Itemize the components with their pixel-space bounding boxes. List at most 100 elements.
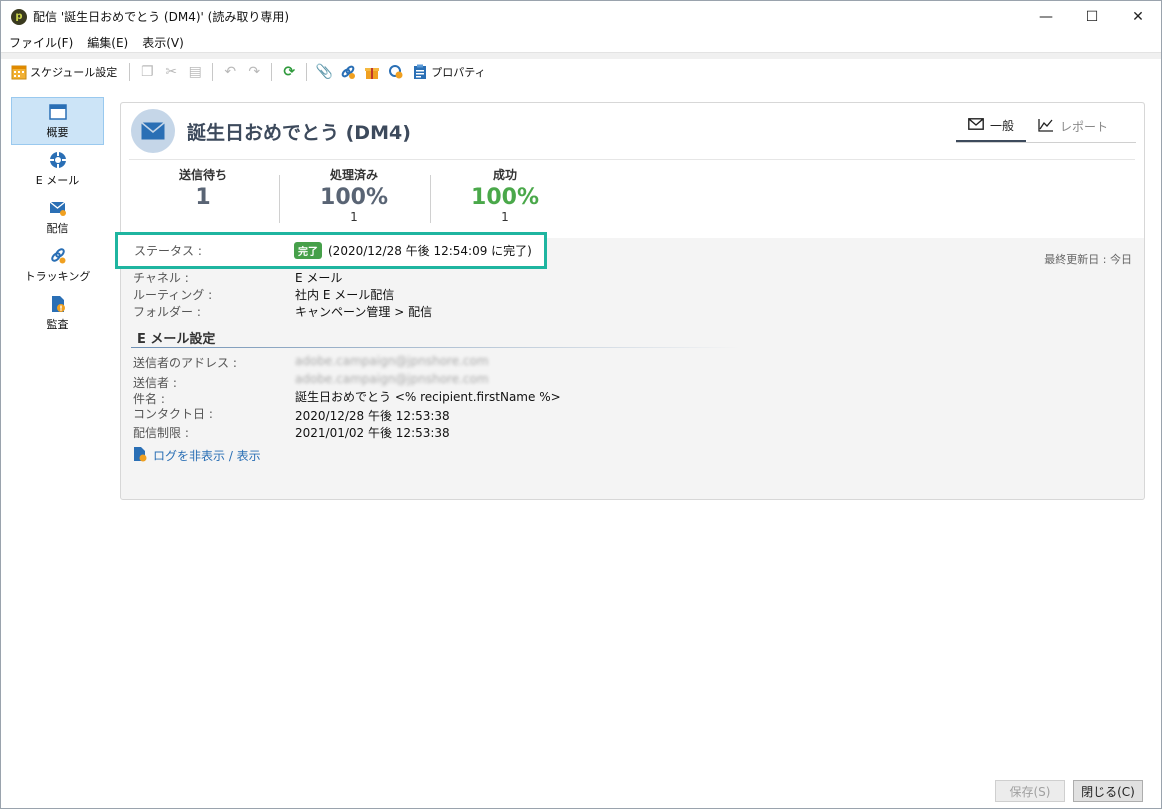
calendar-icon: [10, 63, 28, 81]
redo-button[interactable]: ↷: [242, 61, 266, 83]
panel-header: 誕生日おめでとう (DM4) 一般 レポート 送信待ち 1 処理済み 100% …: [121, 103, 1144, 238]
toolbar: スケジュール設定 ❐ ✂ ▤ ↶ ↷ ⟳ 📎 プロパティ: [1, 59, 1161, 85]
mail-icon: [968, 118, 984, 133]
close-button[interactable]: 閉じる(C): [1073, 780, 1143, 802]
metric-pending-label: 送信待ち: [178, 168, 227, 182]
metric-processed-sub: 1: [350, 210, 358, 224]
sender-label: 送信者 :: [133, 376, 177, 390]
nav-email[interactable]: E メール: [11, 145, 104, 193]
tab-report-label: レポート: [1060, 120, 1109, 134]
audit-icon: [49, 295, 67, 313]
toolbar-separator: [271, 63, 273, 81]
nav-overview-label: 概要: [46, 125, 69, 139]
metric-success: 成功 100% 1: [430, 166, 580, 224]
metrics-top-divider: [129, 159, 1135, 160]
toggle-log-link[interactable]: ログを非表示 / 表示: [133, 446, 261, 465]
envelope-icon: [131, 109, 175, 153]
link-icon: [339, 63, 357, 81]
paste-button[interactable]: ▤: [183, 61, 207, 83]
refresh-button[interactable]: ⟳: [277, 61, 301, 83]
link-button[interactable]: [336, 61, 360, 83]
nav-overview[interactable]: 概要: [11, 97, 104, 145]
cut-button[interactable]: ✂: [159, 61, 183, 83]
delivery-limit-value: 2021/01/02 午後 12:53:38: [295, 426, 450, 440]
status-row: 完了 (2020/12/28 午後 12:54:09 に完了): [294, 242, 532, 259]
window-title: 配信 '誕生日おめでとう (DM4)' (読み取り専用): [33, 10, 289, 24]
tab-report[interactable]: レポート: [1026, 117, 1120, 142]
routing-label: ルーティング :: [133, 288, 213, 302]
undo-button[interactable]: ↶: [218, 61, 242, 83]
menu-view[interactable]: 表示(V): [142, 34, 184, 51]
toolbar-separator: [212, 63, 214, 81]
target-button[interactable]: [384, 61, 408, 83]
menu-bar: ファイル(F) 編集(E) 表示(V): [1, 32, 1161, 52]
refresh-icon: ⟳: [283, 64, 296, 80]
save-button[interactable]: 保存(S): [995, 780, 1065, 802]
folder-value: キャンペーン管理 > 配信: [295, 305, 433, 319]
minimize-button[interactable]: —: [1023, 1, 1069, 32]
menu-edit[interactable]: 編集(E): [87, 34, 128, 51]
metric-success-label: 成功: [492, 168, 517, 182]
nav-delivery[interactable]: 配信: [11, 193, 104, 241]
overview-panel: 誕生日おめでとう (DM4) 一般 レポート 送信待ち 1 処理済み 100% …: [120, 102, 1145, 500]
channel-value: E メール: [295, 271, 343, 285]
contact-date-value: 2020/12/28 午後 12:53:38: [295, 409, 450, 423]
toolbar-separator: [306, 63, 308, 81]
copy-button[interactable]: ❐: [135, 61, 159, 83]
attachment-button[interactable]: 📎: [312, 61, 336, 83]
app-icon: p: [11, 8, 27, 25]
status-badge: 完了: [294, 242, 322, 259]
metric-pending-value: 1: [195, 185, 211, 210]
properties-label: プロパティ: [431, 66, 486, 79]
tab-general[interactable]: 一般: [956, 117, 1027, 142]
schedule-button[interactable]: スケジュール設定: [7, 61, 124, 83]
nav-audit[interactable]: 監査: [11, 289, 104, 337]
undo-icon: ↶: [224, 64, 237, 80]
nav-tracking[interactable]: トラッキング: [11, 241, 104, 289]
close-window-button[interactable]: ✕: [1115, 1, 1161, 32]
nav-audit-label: 監査: [46, 317, 69, 331]
gift-icon: [363, 63, 381, 81]
sender-address-label: 送信者のアドレス :: [133, 356, 237, 370]
view-tabs: 一般 レポート: [956, 117, 1136, 143]
copy-icon: ❐: [140, 64, 154, 80]
schedule-label: スケジュール設定: [30, 66, 118, 79]
delivery-icon: [49, 199, 67, 217]
metric-processed: 処理済み 100% 1: [279, 166, 429, 224]
contact-date-label: コンタクト日 :: [133, 407, 213, 421]
paperclip-icon: 📎: [315, 64, 333, 80]
menu-file[interactable]: ファイル(F): [9, 34, 73, 51]
toolbar-separator: [129, 63, 131, 81]
folder-label: フォルダー :: [133, 305, 201, 319]
maximize-button[interactable]: ☐: [1069, 1, 1115, 32]
cut-icon: ✂: [165, 64, 178, 80]
channel-label: チャネル :: [133, 271, 189, 285]
sender-address-value: adobe.campaign@jpnshore.com: [295, 354, 489, 368]
overview-icon: [48, 103, 67, 121]
status-highlight: ステータス : 完了 (2020/12/28 午後 12:54:09 に完了): [115, 232, 547, 269]
target-icon: [387, 63, 405, 81]
sender-value: adobe.campaign@jpnshore.com: [295, 372, 489, 386]
metric-success-sub: 1: [501, 210, 509, 224]
toggle-log-label: ログを非表示 / 表示: [153, 449, 261, 463]
clipboard-icon: [411, 63, 429, 81]
status-label: ステータス :: [134, 244, 202, 258]
subject-value: 誕生日おめでとう <% recipient.firstName %>: [295, 390, 561, 404]
delivery-limit-label: 配信制限 :: [133, 426, 189, 440]
tab-general-label: 一般: [990, 119, 1015, 133]
metric-success-value: 100%: [471, 185, 539, 210]
gift-button[interactable]: [360, 61, 384, 83]
metric-pending: 送信待ち 1: [128, 166, 278, 210]
window-controls: — ☐ ✕: [1023, 1, 1161, 32]
line-chart-icon: [1038, 118, 1054, 135]
paste-icon: ▤: [188, 64, 202, 80]
nav-tracking-label: トラッキング: [24, 269, 91, 283]
delivery-title: 誕生日おめでとう (DM4): [187, 122, 411, 144]
status-value: (2020/12/28 午後 12:54:09 に完了): [328, 244, 532, 258]
email-icon: [49, 151, 67, 169]
email-settings-title: E メール設定: [137, 332, 216, 347]
last-updated: 最終更新日 : 今日: [1044, 253, 1132, 266]
properties-button[interactable]: プロパティ: [408, 61, 492, 83]
log-icon: [133, 446, 147, 465]
nav-delivery-label: 配信: [46, 221, 69, 235]
